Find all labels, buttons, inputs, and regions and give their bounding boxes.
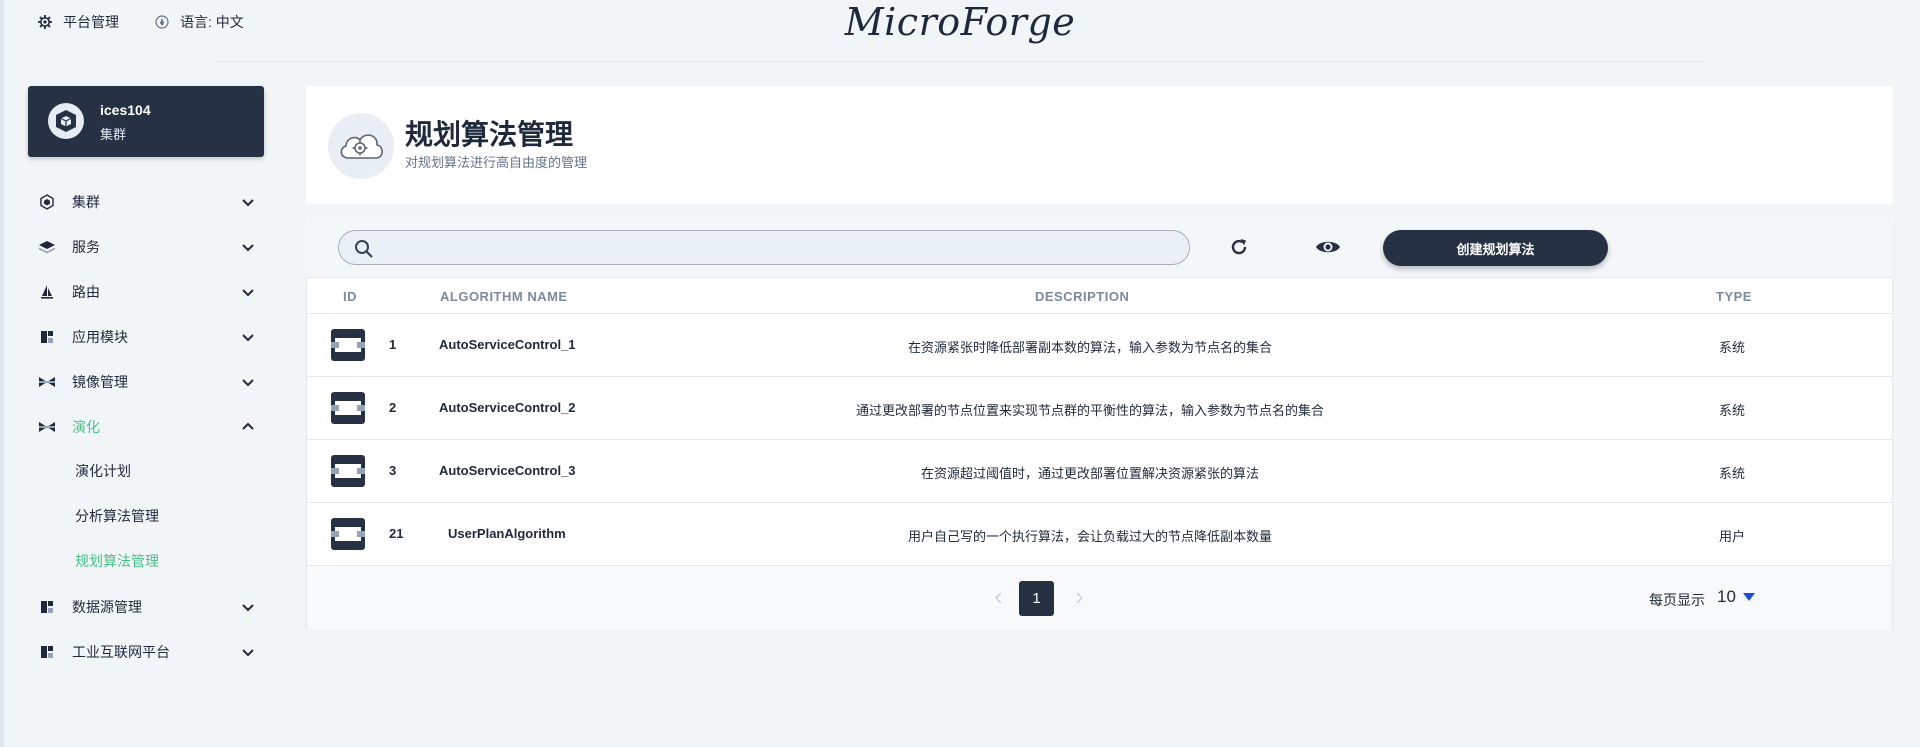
module-icon (38, 328, 56, 346)
column-header-description[interactable]: DESCRIPTION (1035, 289, 1129, 304)
column-header-id[interactable]: ID (343, 289, 357, 304)
row-id: 21 (389, 526, 404, 541)
algorithm-icon (331, 455, 365, 487)
sidebar-subitem-planning-algorithms[interactable]: 规划算法管理 (75, 548, 159, 574)
row-type: 系统 (1718, 340, 1745, 355)
algorithm-icon (331, 392, 365, 424)
row-type: 用户 (1718, 529, 1745, 544)
page-subtitle: 对规划算法进行高自由度的管理 (405, 155, 588, 170)
refresh-icon (1231, 239, 1247, 255)
cloud-gear-icon (328, 113, 394, 179)
chevron-down-icon (242, 199, 254, 207)
row-type: 系统 (1718, 403, 1745, 418)
column-header-name[interactable]: ALGORITHM NAME (440, 289, 568, 304)
cluster-logo-icon (48, 103, 84, 139)
sidebar-item-industrial-platform[interactable]: 工业互联网平台 (38, 637, 256, 667)
row-id: 1 (389, 337, 397, 352)
algorithm-icon (331, 329, 365, 361)
page-header-card: 规划算法管理 对规划算法进行高自由度的管理 (306, 86, 1893, 204)
layers-icon (38, 238, 56, 256)
row-algorithm-name: UserPlanAlgorithm (448, 526, 566, 541)
chevron-right-icon[interactable] (1071, 590, 1087, 606)
view-toggle-button[interactable] (1314, 233, 1342, 261)
chevron-down-icon (242, 604, 254, 612)
row-id: 2 (389, 400, 397, 415)
sidebar-item-label: 路由 (72, 284, 100, 300)
top-divider (215, 61, 1705, 62)
sidebar-item-routing[interactable]: 路由 (38, 277, 256, 307)
refresh-button[interactable] (1225, 233, 1253, 261)
table-toolbar: 创建规划算法 (306, 217, 1893, 277)
row-description: 在资源紧张时降低部署副本数的算法，输入参数为节点名的集合 (907, 340, 1272, 355)
module-icon (38, 598, 56, 616)
module-icon (38, 643, 56, 661)
chevron-down-icon (242, 244, 254, 252)
row-description: 在资源超过阈值时，通过更改部署位置解决资源紧张的算法 (920, 466, 1259, 481)
table-row[interactable]: 3 AutoServiceControl_3 在资源超过阈值时，通过更改部署位置… (307, 440, 1892, 503)
search-input[interactable] (385, 237, 1175, 259)
caret-down-icon (1742, 593, 1755, 601)
create-planning-algorithm-button[interactable]: 创建规划算法 (1383, 230, 1608, 266)
hexagon-icon (38, 193, 56, 211)
row-algorithm-name: AutoServiceControl_2 (439, 400, 576, 415)
sidebar-subitem-evolution-plan[interactable]: 演化计划 (75, 458, 131, 484)
row-type: 系统 (1718, 466, 1745, 481)
table-row[interactable]: 21 UserPlanAlgorithm 用户自己写的一个执行算法，会让负载过大… (307, 503, 1892, 566)
sail-icon (38, 283, 56, 301)
cluster-subtitle: 集群 (100, 127, 127, 142)
table-header: ID ALGORITHM NAME DESCRIPTION TYPE (307, 278, 1892, 314)
sidebar-item-label: 工业互联网平台 (72, 644, 170, 660)
chevron-down-icon (242, 379, 254, 387)
row-algorithm-name: AutoServiceControl_3 (439, 463, 576, 478)
sidebar-item-label: 集群 (72, 194, 100, 210)
sidebar-item-app-modules[interactable]: 应用模块 (38, 322, 256, 352)
sidebar-item-evolution[interactable]: 演化 (38, 412, 256, 442)
cluster-card[interactable]: ices104 集群 (28, 86, 264, 157)
row-id: 3 (389, 463, 397, 478)
algorithm-table: ID ALGORITHM NAME DESCRIPTION TYPE 1 Aut… (306, 277, 1893, 630)
sidebar-subitem-label: 规划算法管理 (75, 553, 159, 569)
page-button-current[interactable]: 1 (1019, 581, 1054, 616)
cluster-name: ices104 (100, 102, 151, 118)
sidebar-item-label: 应用模块 (72, 329, 128, 345)
sidebar-item-image-management[interactable]: 镜像管理 (38, 367, 256, 397)
sidebar-item-label: 镜像管理 (72, 374, 128, 390)
sidebar-item-label: 服务 (72, 239, 100, 255)
pagination-bar: 1 每页显示 10 (307, 567, 1892, 630)
sidebar-item-services[interactable]: 服务 (38, 232, 256, 262)
row-description: 通过更改部署的节点位置来实现节点群的平衡性的算法，输入参数为节点名的集合 (855, 403, 1324, 418)
per-page-label: 每页显示 (1649, 592, 1705, 608)
chevron-down-icon (242, 289, 254, 297)
column-header-type[interactable]: TYPE (1716, 289, 1752, 304)
sidebar-item-label: 演化 (72, 419, 100, 435)
table-row[interactable]: 1 AutoServiceControl_1 在资源紧张时降低部署副本数的算法，… (307, 314, 1892, 377)
sidebar-subitem-label: 分析算法管理 (75, 508, 159, 524)
row-description: 用户自己写的一个执行算法，会让负载过大的节点降低副本数量 (907, 529, 1272, 544)
left-edge-strip (0, 0, 4, 747)
per-page-select[interactable]: 10 (1717, 587, 1756, 607)
image-icon (38, 418, 56, 436)
sidebar-item-cluster[interactable]: 集群 (38, 187, 256, 217)
algorithm-icon (331, 518, 365, 550)
brand-title: MicroForge (844, 0, 1076, 44)
image-icon (38, 373, 56, 391)
page-title: 规划算法管理 (405, 119, 574, 150)
sidebar-subitem-label: 演化计划 (75, 463, 131, 479)
eye-icon (1316, 241, 1340, 253)
top-bar: 平台管理 语言: 中文 MicroForge (0, 0, 1920, 62)
table-row[interactable]: 2 AutoServiceControl_2 通过更改部署的节点位置来实现节点群… (307, 377, 1892, 440)
chevron-left-icon[interactable] (991, 590, 1007, 606)
sidebar-item-data-sources[interactable]: 数据源管理 (38, 592, 256, 622)
row-algorithm-name: AutoServiceControl_1 (439, 337, 576, 352)
chevron-down-icon (242, 334, 254, 342)
chevron-down-icon (242, 649, 254, 657)
sidebar-subitem-analysis-algorithms[interactable]: 分析算法管理 (75, 503, 159, 529)
search-icon (355, 240, 373, 258)
sidebar-item-label: 数据源管理 (72, 599, 142, 615)
search-box[interactable] (338, 230, 1190, 265)
chevron-up-icon (242, 422, 254, 430)
per-page-value: 10 (1717, 587, 1736, 606)
